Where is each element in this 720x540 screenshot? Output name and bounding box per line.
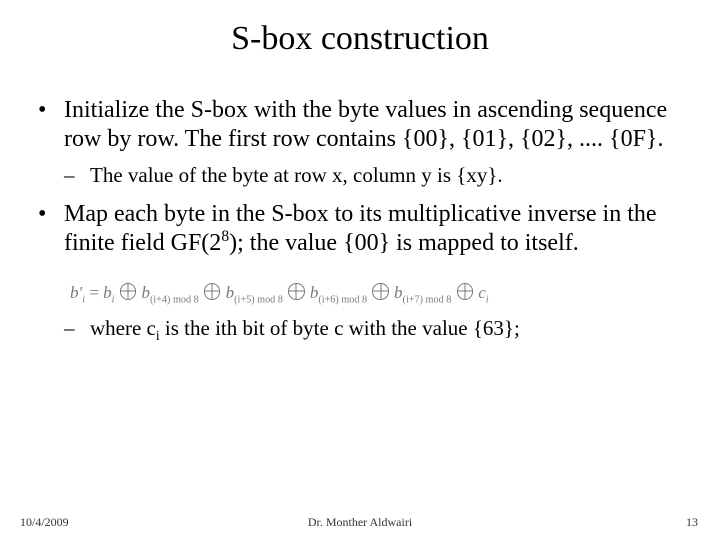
bullet-2-sub-pre: where c	[90, 316, 156, 340]
f-t2s: (i+4) mod 8	[150, 294, 199, 305]
f-t1v: b	[103, 283, 112, 302]
formula: b′i = bi b(i+4) mod 8 b(i+5) mod 8 b(i+6…	[70, 283, 489, 302]
bullet-1: Initialize the S-box with the byte value…	[38, 96, 682, 188]
f-t2v: b	[141, 283, 150, 302]
bullet-2-sub-post: is the ith bit of byte c with the value …	[160, 316, 520, 340]
xor-icon	[120, 283, 136, 299]
xor-icon	[288, 283, 304, 299]
f-t3v: b	[226, 283, 235, 302]
bullet-1-sub: The value of the byte at row x, column y…	[64, 163, 682, 189]
footer-page-number: 13	[686, 515, 698, 530]
xor-icon	[457, 283, 473, 299]
f-eq: =	[85, 283, 103, 302]
xor-icon	[204, 283, 220, 299]
bullet-1-text: Initialize the S-box with the byte value…	[64, 97, 667, 152]
formula-block: b′i = bi b(i+4) mod 8 b(i+5) mod 8 b(i+6…	[70, 277, 682, 306]
f-t1s: i	[112, 294, 115, 305]
bullet-2-text: Map each byte in the S-box to its multip…	[64, 201, 657, 256]
slide: S-box construction Initialize the S-box …	[0, 0, 720, 540]
f-t3s: (i+5) mod 8	[234, 294, 283, 305]
f-t4s: (i+6) mod 8	[318, 294, 367, 305]
bullet-2: Map each byte in the S-box to its multip…	[38, 200, 682, 341]
bullet-2-post: ); the value {00} is mapped to itself.	[229, 230, 579, 256]
bullet-1-sublist: The value of the byte at row x, column y…	[64, 163, 682, 189]
bullet-list: Initialize the S-box with the byte value…	[38, 96, 682, 342]
footer-author: Dr. Monther Aldwairi	[0, 515, 720, 530]
f-t6v: c	[478, 283, 486, 302]
xor-icon	[372, 283, 388, 299]
bullet-2-sup: 8	[221, 228, 229, 245]
f-t5s: (i+7) mod 8	[403, 294, 452, 305]
bullet-2-sub: where ci is the ith bit of byte c with t…	[64, 316, 682, 342]
f-lhs-var: b	[70, 283, 79, 302]
slide-title: S-box construction	[0, 0, 720, 68]
f-t5v: b	[394, 283, 403, 302]
bullet-2-sublist: where ci is the ith bit of byte c with t…	[64, 316, 682, 342]
f-t6s: i	[486, 294, 489, 305]
slide-body: Initialize the S-box with the byte value…	[0, 68, 720, 342]
